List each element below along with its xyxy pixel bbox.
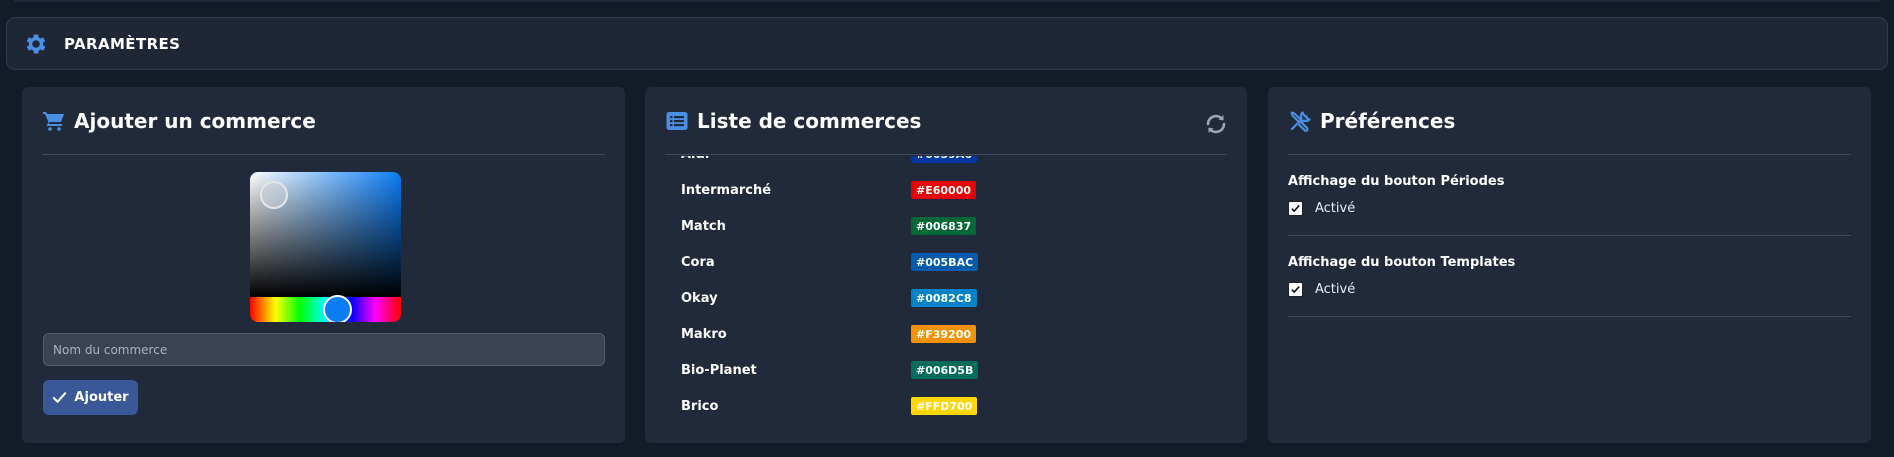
pref-templates-label: Affichage du bouton Templates <box>1288 255 1516 270</box>
checkbox-templates[interactable] <box>1288 282 1303 297</box>
checkmark-icon <box>1291 286 1300 294</box>
list-item[interactable]: Aldi#0039A6 <box>665 156 1227 172</box>
preferences-title: Préférences <box>1320 108 1456 133</box>
page-title: PARAMÈTRES <box>64 34 181 53</box>
add-store-button[interactable]: Ajouter <box>43 380 138 415</box>
pref-divider <box>1288 316 1851 317</box>
list-item[interactable]: Bio-Planet #006D5B <box>665 352 1227 388</box>
cart-icon <box>43 111 64 131</box>
checkbox-periods-label: Activé <box>1315 201 1356 216</box>
top-divider <box>14 0 1880 2</box>
pref-divider <box>1288 235 1851 236</box>
store-list-title: Liste de commerces <box>697 108 922 133</box>
store-list-card: Liste de commerces Aldi#0039A6Intermarch… <box>645 87 1247 443</box>
list-item[interactable]: Brico #FFD700 <box>665 388 1227 424</box>
gear-icon <box>26 33 46 54</box>
pref-periods-label: Affichage du bouton Périodes <box>1288 174 1505 189</box>
hue-slider[interactable] <box>250 295 401 322</box>
color-badge: #FFD700 <box>911 397 978 415</box>
store-list-card-header: Liste de commerces <box>665 87 1227 155</box>
saturation-handle[interactable] <box>260 181 288 209</box>
store-name: Cora <box>681 254 715 270</box>
add-store-card-header: Ajouter un commerce <box>42 87 605 155</box>
saturation-value-area[interactable] <box>250 172 401 297</box>
color-badge: #F39200 <box>911 325 976 343</box>
list-item[interactable]: Cora #005BAC <box>665 244 1227 280</box>
color-badge: #006D5B <box>911 361 979 379</box>
settings-header: PARAMÈTRES <box>6 17 1888 70</box>
list-item[interactable]: Intermarché #E60000 <box>665 172 1227 208</box>
pref-templates-toggle[interactable]: Activé <box>1288 282 1355 297</box>
checkmark-icon <box>1291 205 1300 213</box>
add-button-label: Ajouter <box>74 390 129 405</box>
hue-handle[interactable] <box>323 295 352 322</box>
store-name: Intermarché <box>681 182 772 198</box>
preferences-card-header: Préférences <box>1288 87 1851 155</box>
list-item[interactable]: Makro #F39200 <box>665 316 1227 352</box>
tools-icon <box>1290 110 1311 132</box>
color-badge: #0082C8 <box>911 289 977 307</box>
checkbox-templates-label: Activé <box>1315 282 1356 297</box>
checkbox-periods[interactable] <box>1288 201 1303 216</box>
list-icon <box>666 111 688 130</box>
store-name: Makro <box>681 326 727 342</box>
list-item[interactable]: Okay #0082C8 <box>665 280 1227 316</box>
store-list-rows: Aldi#0039A6 Intermarché #E60000 Match #00683… <box>665 156 1227 424</box>
color-badge: #E60000 <box>911 181 976 199</box>
preferences-card: Préférences Affichage du bouton Périodes… <box>1268 87 1871 443</box>
color-badge: #006837 <box>911 217 977 235</box>
color-picker[interactable] <box>250 172 401 322</box>
store-name: Aldi <box>665 156 911 162</box>
color-badge: #0039A6 <box>911 156 977 163</box>
store-name: Okay <box>681 290 718 306</box>
store-name: Match <box>681 218 726 234</box>
store-list[interactable]: Aldi#0039A6 Intermarché #E60000 Match #00683… <box>665 156 1227 443</box>
store-name: Brico <box>681 398 719 414</box>
pref-periods-toggle[interactable]: Activé <box>1288 201 1355 216</box>
add-store-card: Ajouter un commerce Ajouter <box>22 87 625 443</box>
check-icon <box>53 392 67 403</box>
refresh-icon[interactable] <box>1204 112 1228 136</box>
add-store-title: Ajouter un commerce <box>74 108 316 133</box>
store-name: Bio-Planet <box>681 362 757 378</box>
store-name-input[interactable] <box>43 333 605 366</box>
list-item[interactable]: Match #006837 <box>665 208 1227 244</box>
color-badge: #005BAC <box>911 253 979 271</box>
